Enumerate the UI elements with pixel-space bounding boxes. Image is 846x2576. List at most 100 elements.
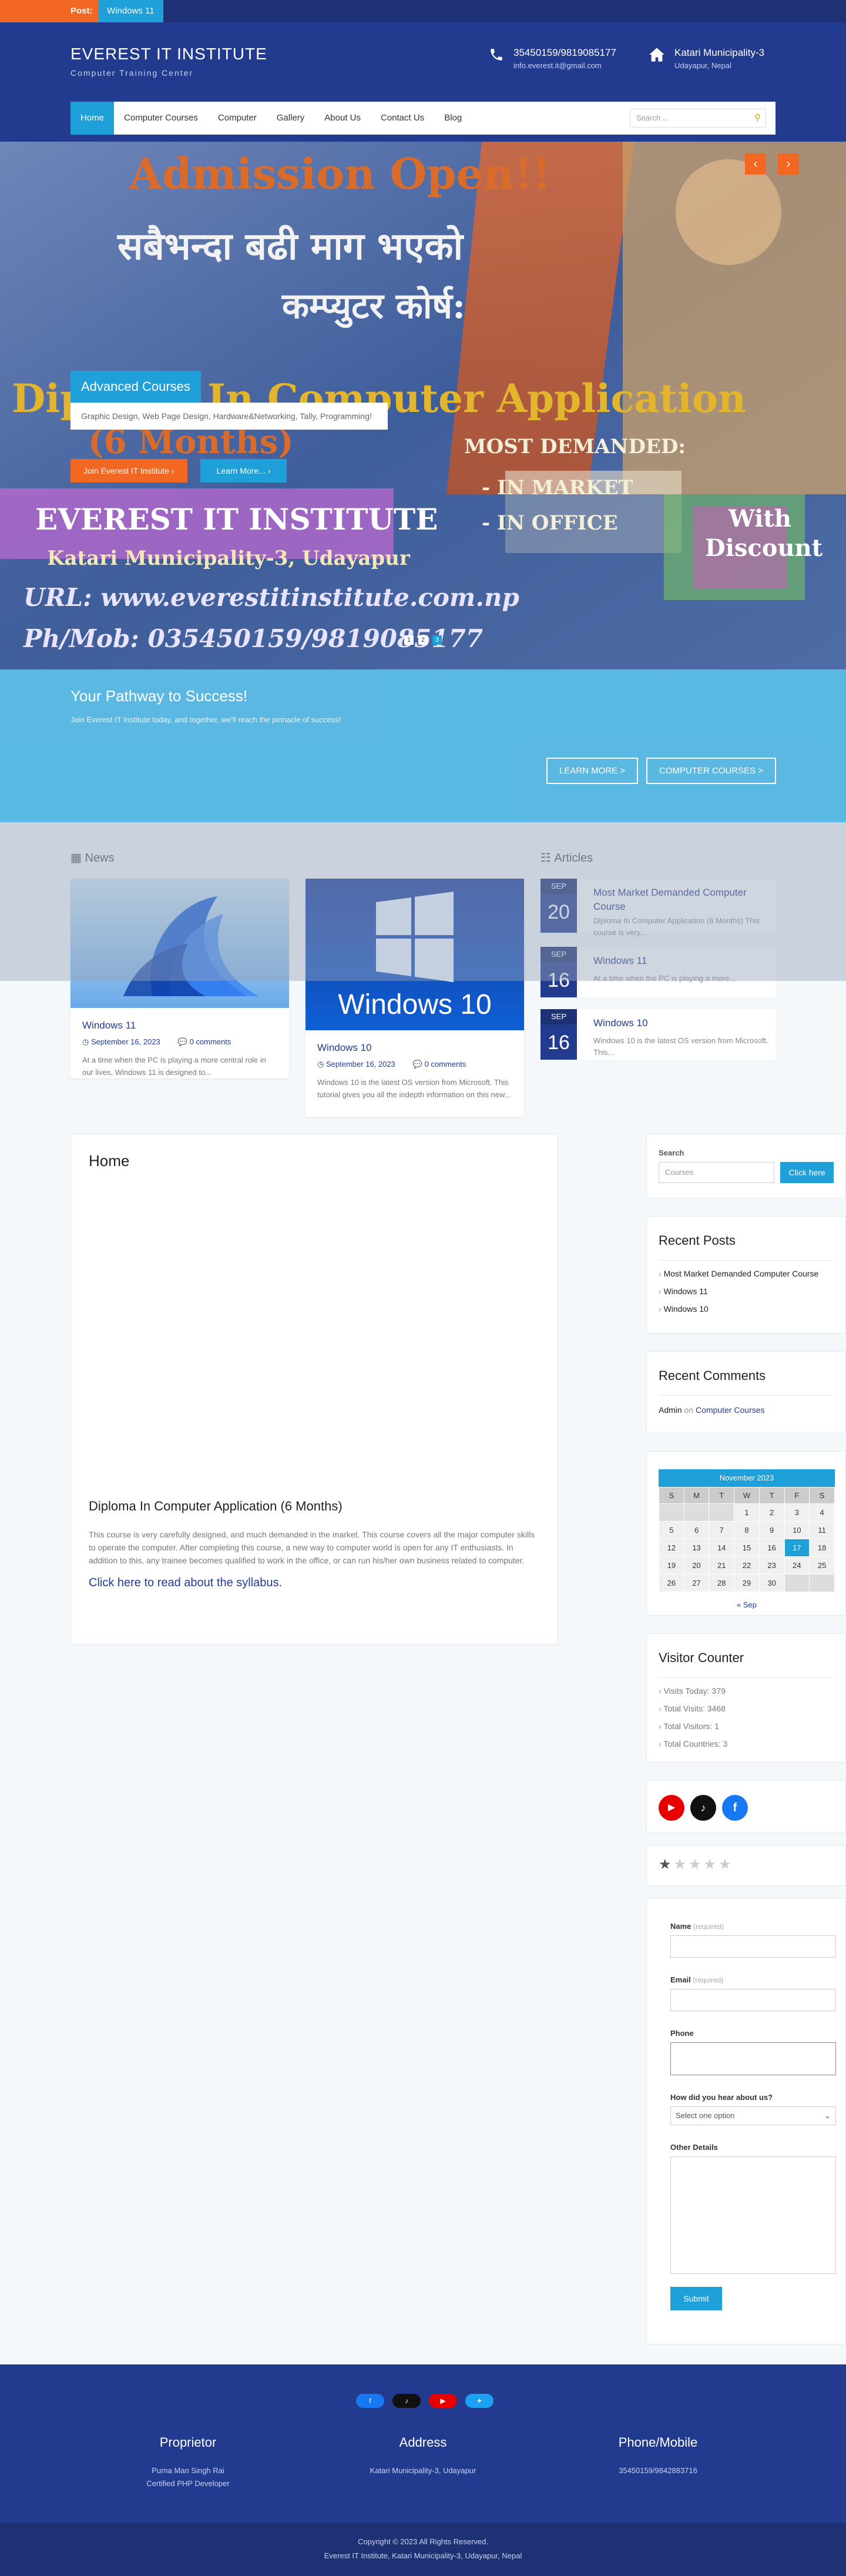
star-rating[interactable]: ★★★★★ <box>659 1856 834 1873</box>
calendar-day[interactable]: 13 <box>683 1539 710 1557</box>
news-card-comments[interactable]: 💬 0 comments <box>413 1060 466 1069</box>
nav-about-us[interactable]: About Us <box>314 102 371 135</box>
calendar-day[interactable]: 16 <box>758 1539 785 1557</box>
submit-button[interactable]: Submit <box>670 2287 722 2310</box>
calendar-day[interactable]: 6 <box>683 1521 710 1539</box>
calendar-day[interactable]: 14 <box>709 1539 735 1557</box>
star-icon[interactable]: ★ <box>659 1857 674 1872</box>
calendar-day[interactable]: 21 <box>709 1556 735 1575</box>
calendar-day[interactable]: 8 <box>734 1521 760 1539</box>
calendar-day[interactable]: 27 <box>683 1574 710 1592</box>
learn-more-slide-button[interactable]: Learn More... › <box>200 459 287 483</box>
calendar-day[interactable]: 17 <box>784 1539 810 1557</box>
calendar-empty-cell <box>784 1574 810 1592</box>
slider-prev-button[interactable]: ‹ <box>745 153 766 175</box>
calendar-day[interactable]: 3 <box>784 1503 810 1522</box>
news-card-comments[interactable]: 💬 0 comments <box>178 1037 231 1047</box>
ticker-post-link[interactable]: Windows 11 <box>99 0 163 22</box>
article-item[interactable]: SEP 16 Windows 10 Windows 10 is the lates… <box>540 1009 776 1060</box>
news-card[interactable]: Windows 10 Windows 10 ◷ September 16, 20… <box>306 879 524 1117</box>
recent-post-link[interactable]: Windows 11 <box>659 1287 834 1296</box>
tiktok-icon[interactable]: ♪ <box>690 1795 716 1821</box>
youtube-icon[interactable]: ▶ <box>659 1795 684 1821</box>
article-date-badge: SEP 20 <box>540 879 577 933</box>
join-button[interactable]: Join Everest IT Institute › <box>70 459 187 483</box>
nav-search-input[interactable]: Search ... ⚲ <box>630 109 766 128</box>
calendar-day[interactable]: 11 <box>809 1521 835 1539</box>
calendar-day[interactable]: 29 <box>734 1574 760 1592</box>
windows-10-image[interactable]: Windows 10 <box>306 879 524 1030</box>
recent-post-link[interactable]: Most Market Demanded Computer Course <box>659 1269 834 1278</box>
nav-gallery[interactable]: Gallery <box>267 102 315 135</box>
calendar-day[interactable]: 18 <box>809 1539 835 1557</box>
calendar-day[interactable]: 24 <box>784 1556 810 1575</box>
nav-computer[interactable]: Computer <box>208 102 267 135</box>
tiktok-icon[interactable]: ♪ <box>392 2394 421 2408</box>
star-icon[interactable]: ★ <box>674 1857 689 1872</box>
nav-blog[interactable]: Blog <box>434 102 472 135</box>
calendar-day[interactable]: 26 <box>659 1574 684 1592</box>
article-title[interactable]: Windows 10 <box>593 1016 770 1030</box>
pathway-courses-button[interactable]: COMPUTER COURSES > <box>646 758 777 784</box>
windows-11-image[interactable] <box>70 879 289 1008</box>
svg-text:सबैभन्दा बढी माग भएको: सबैभन्दा बढी माग भएको <box>117 225 465 269</box>
article-month: SEP <box>540 1009 577 1024</box>
search-icon[interactable]: ⚲ <box>754 109 761 127</box>
visitor-stat: Total Visits: 3468 <box>659 1704 834 1713</box>
calendar-day[interactable]: 30 <box>758 1574 785 1592</box>
news-card[interactable]: Windows 11 ◷ September 16, 2023 💬 0 comm… <box>70 879 289 1078</box>
phone-field[interactable] <box>670 2042 836 2075</box>
calendar-prev-link[interactable]: « Sep <box>659 1600 835 1609</box>
calendar-day[interactable]: 2 <box>758 1503 785 1522</box>
article-item[interactable]: SEP 16 Windows 11 At a time when the PC i… <box>540 947 776 997</box>
details-textarea[interactable] <box>670 2156 836 2274</box>
brand[interactable]: EVEREST IT INSTITUTE Computer Training C… <box>70 45 267 78</box>
slider-next-button[interactable]: › <box>778 153 799 175</box>
sidebar-search-input[interactable]: Courses <box>659 1162 775 1183</box>
article-day: 16 <box>548 1031 570 1054</box>
twitter-icon[interactable]: ✦ <box>465 2394 494 2408</box>
calendar-day[interactable]: 19 <box>659 1556 684 1575</box>
calendar-day[interactable]: 7 <box>709 1521 735 1539</box>
syllabus-link[interactable]: Click here to read about the syllabus. <box>89 1576 282 1590</box>
star-icon[interactable]: ★ <box>719 1857 734 1872</box>
news-card-title[interactable]: Windows 10 <box>317 1042 512 1054</box>
header-phone-number: 35450159/9819085177 <box>513 47 616 58</box>
calendar-day[interactable]: 22 <box>734 1556 760 1575</box>
calendar-day[interactable]: 20 <box>683 1556 710 1575</box>
calendar-day[interactable]: 12 <box>659 1539 684 1557</box>
calendar-day[interactable]: 5 <box>659 1521 684 1539</box>
calendar-day[interactable]: 9 <box>758 1521 785 1539</box>
youtube-icon[interactable]: ▶ <box>429 2394 457 2408</box>
calendar-day[interactable]: 1 <box>734 1503 760 1522</box>
calendar-day[interactable]: 4 <box>809 1503 835 1522</box>
calendar-day[interactable]: 28 <box>709 1574 735 1592</box>
news-card-meta: ◷ September 16, 2023 💬 0 comments <box>317 1060 512 1069</box>
calendar-day[interactable]: 10 <box>784 1521 810 1539</box>
slider-dot-2[interactable]: 2 <box>418 635 428 645</box>
comment-post-link[interactable]: Computer Courses <box>696 1405 765 1415</box>
nav-contact-us[interactable]: Contact Us <box>371 102 434 135</box>
slider-dot-3[interactable]: 3 <box>432 635 442 645</box>
name-field[interactable] <box>670 1935 836 1958</box>
nav-computer-courses[interactable]: Computer Courses <box>114 102 208 135</box>
pathway-learn-more-button[interactable]: LEARN MORE > <box>546 758 639 784</box>
hear-select[interactable]: Select one option ⌄ <box>670 2106 836 2125</box>
article-title[interactable]: Most Market Demanded Computer Course <box>593 886 770 914</box>
calendar-day[interactable]: 15 <box>734 1539 760 1557</box>
facebook-icon[interactable]: f <box>722 1795 748 1821</box>
article-title[interactable]: Windows 11 <box>593 954 770 968</box>
news-card-title[interactable]: Windows 11 <box>82 1020 277 1031</box>
facebook-icon[interactable]: f <box>356 2394 384 2408</box>
star-icon[interactable]: ★ <box>689 1857 704 1872</box>
calendar-day[interactable]: 23 <box>758 1556 785 1575</box>
sidebar-search-button[interactable]: Click here <box>780 1162 834 1183</box>
article-item[interactable]: SEP 20 Most Market Demanded Computer Cour… <box>540 879 776 937</box>
calendar-day[interactable]: 25 <box>809 1556 835 1575</box>
email-field[interactable] <box>670 1989 836 2011</box>
recent-post-link[interactable]: Windows 10 <box>659 1304 834 1314</box>
slider-dot-1[interactable]: 1 <box>404 635 414 645</box>
site-title[interactable]: EVEREST IT INSTITUTE <box>70 45 267 63</box>
star-icon[interactable]: ★ <box>704 1857 719 1872</box>
nav-home[interactable]: Home <box>70 102 115 135</box>
